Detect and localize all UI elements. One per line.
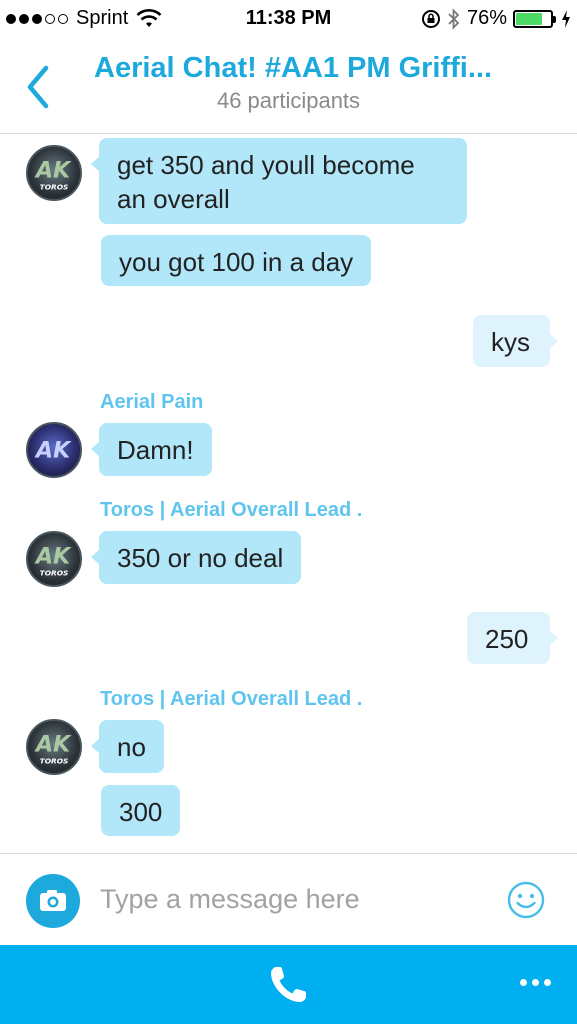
avatar[interactable]: AK TOROS (26, 145, 82, 201)
svg-text:TOROS: TOROS (40, 569, 69, 578)
svg-text:TOROS: TOROS (40, 757, 69, 766)
message-text: 300 (119, 797, 163, 827)
bluetooth-icon (448, 7, 460, 30)
status-right-group: 76% (421, 7, 571, 30)
battery-percent: 76% (466, 7, 507, 29)
message-text: an overall (117, 184, 230, 214)
status-bar: Sprint 11:38 PM 76% (0, 0, 577, 38)
message-bubble[interactable]: Damn! (91, 423, 212, 476)
avatar[interactable]: AK TOROS (26, 719, 82, 775)
svg-text:AK: AK (34, 437, 72, 463)
phone-icon[interactable] (266, 963, 310, 1007)
more-icon[interactable] (520, 979, 551, 986)
battery-icon (513, 9, 556, 28)
lock-rotation-icon (421, 9, 440, 28)
svg-text:TOROS: TOROS (40, 183, 69, 192)
message-input[interactable] (100, 884, 490, 915)
message-text: Damn! (117, 435, 194, 465)
charging-bolt-icon (562, 9, 570, 28)
message-text: 250 (485, 624, 529, 654)
message-bubble[interactable]: 350 or no deal (90, 531, 302, 584)
chat-header: Aerial Chat! #AA1 PM Griffi... 46 partic… (0, 38, 577, 134)
message-text: you got 100 in a day (119, 247, 354, 277)
camera-icon (40, 890, 66, 911)
message-text: no (117, 732, 146, 762)
message-bubble[interactable]: get 350 and youll become an overall (91, 138, 467, 224)
message-bubble[interactable]: no (91, 720, 164, 773)
toros-logo-icon: AK TOROS (34, 732, 72, 766)
message-text: kys (491, 327, 530, 357)
svg-text:AK: AK (34, 158, 72, 184)
message-composer (0, 853, 577, 945)
message-text: get 350 and youll become (117, 150, 415, 180)
sender-name: Aerial Pain (100, 391, 204, 413)
toros-logo-icon: AK TOROS (34, 158, 72, 192)
avatar[interactable]: AK (26, 422, 82, 478)
message-text: 350 or no deal (117, 543, 284, 573)
avatar[interactable]: AK TOROS (26, 531, 82, 587)
toros-logo-icon: AK TOROS (34, 544, 72, 578)
message-bubble[interactable]: you got 100 in a day (101, 235, 372, 286)
message-bubble[interactable]: 300 (101, 785, 181, 836)
svg-text:AK: AK (34, 544, 72, 570)
emoji-icon[interactable] (506, 880, 546, 920)
sender-name: Toros | Aerial Overall Lead . (100, 688, 363, 710)
participants-count[interactable]: 46 participants (0, 88, 577, 114)
message-list[interactable]: AK TOROS get 350 and youll become an ove… (0, 135, 577, 853)
chat-title[interactable]: Aerial Chat! #AA1 PM Griffi... (94, 52, 554, 85)
sender-name: Toros | Aerial Overall Lead . (100, 499, 363, 521)
message-bubble-outgoing[interactable]: 250 (467, 612, 558, 664)
call-toolbar (0, 945, 577, 1024)
aerial-pain-logo-icon: AK (34, 437, 72, 463)
svg-text:AK: AK (34, 732, 72, 758)
camera-button[interactable] (26, 874, 80, 928)
message-bubble-outgoing[interactable]: kys (473, 315, 558, 367)
